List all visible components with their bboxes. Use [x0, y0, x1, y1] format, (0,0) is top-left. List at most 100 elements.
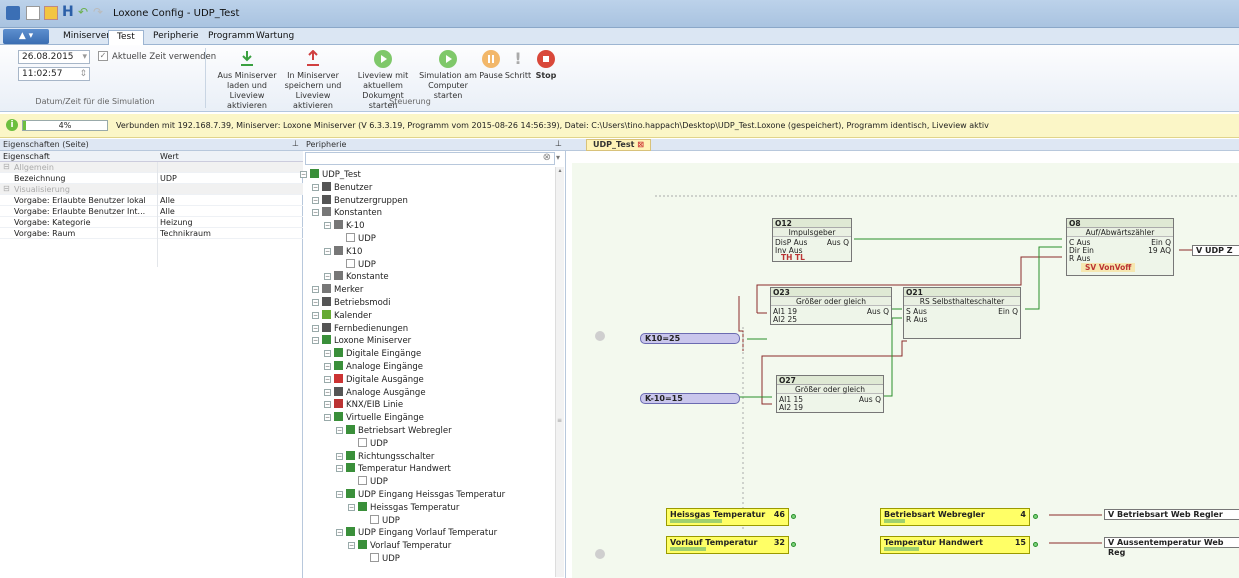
tab-test[interactable]: Test [108, 30, 144, 45]
calendar-dropdown-icon[interactable]: ▾ [82, 52, 87, 62]
expand-toggle-icon[interactable]: − [312, 209, 319, 217]
expand-toggle-icon[interactable]: − [336, 465, 343, 473]
redo-icon[interactable]: ↷ [93, 6, 107, 20]
tab-peripherie[interactable]: Peripherie [145, 30, 207, 45]
tree-node[interactable]: − Virtuelle Eingänge [324, 412, 424, 424]
expand-toggle-icon[interactable]: − [324, 388, 331, 396]
tree-node[interactable]: − Betriebsart Webregler [336, 425, 452, 437]
filter-dropdown-icon[interactable]: ▾ [556, 153, 560, 162]
clear-search-icon[interactable]: ⊗ [543, 152, 551, 163]
tree-node[interactable]: − Analoge Ausgänge [324, 386, 426, 399]
virtual-input-temperatur-handwert[interactable]: Temperatur Handwert 15 [880, 536, 1030, 554]
expand-toggle-icon[interactable]: − [324, 401, 331, 409]
tree-node[interactable]: UDP [370, 514, 400, 527]
new-icon[interactable] [26, 6, 40, 20]
undo-icon[interactable]: ↶ [78, 6, 92, 20]
step-button[interactable]: ! Schritt [503, 50, 533, 81]
tree-node[interactable]: − Digitale Ausgänge [324, 373, 424, 386]
tree-node[interactable]: − Richtungsschalter [336, 450, 434, 463]
expand-toggle-icon[interactable]: − [312, 196, 319, 204]
expand-toggle-icon[interactable]: − [324, 222, 331, 230]
block-output[interactable]: Aus Q [827, 238, 849, 247]
property-row[interactable]: Vorgabe: Erlaubte Benutzer lokal Alle [0, 195, 303, 206]
block-o27-comparator[interactable]: O27 Größer oder gleich AI1 15 AI2 19 Aus… [776, 375, 884, 413]
pin-icon[interactable]: ⊥ [555, 139, 562, 148]
expand-toggle-icon[interactable]: − [324, 350, 331, 358]
save-icon[interactable]: H [62, 5, 76, 20]
tree-node[interactable]: − K10 [324, 245, 362, 258]
tree-node[interactable]: − UDP Eingang Vorlauf Temperatur [336, 527, 497, 539]
tree-node[interactable]: UDP [358, 476, 388, 488]
pin-icon[interactable]: ⊥ [292, 139, 299, 148]
expand-toggle-icon[interactable]: − [348, 503, 355, 511]
load-from-miniserver-button[interactable]: Aus Miniserver laden und Liveview aktivi… [215, 50, 279, 111]
time-field[interactable]: 11:02:57 ⇕ [18, 67, 90, 81]
tree-node[interactable]: − Heissgas Temperatur [348, 501, 459, 514]
tree-node[interactable]: − Benutzergruppen [312, 194, 408, 207]
virtual-input-heissgas[interactable]: Heissgas Temperatur 46 [666, 508, 789, 526]
expand-toggle-icon[interactable]: − [300, 171, 307, 178]
property-row[interactable]: Vorgabe: Raum Technikraum [0, 228, 303, 239]
tree-node[interactable]: − Kalender [312, 309, 372, 322]
tree-node[interactable]: − Temperatur Handwert [336, 463, 451, 475]
expand-toggle-icon[interactable]: − [324, 247, 331, 255]
block-output[interactable]: Aus Q [859, 395, 881, 404]
tree-node[interactable]: − Fernbedienungen [312, 322, 408, 335]
output-connector[interactable] [791, 542, 796, 547]
tree-node[interactable]: − KNX/EIB Linie [324, 399, 403, 411]
block-o21-rs-switch[interactable]: O21 RS Selbsthalteschalter S Aus R Aus E… [903, 287, 1021, 339]
tree-node[interactable]: − Betriebsmodi [312, 297, 391, 309]
tree-node[interactable]: − Konstanten [312, 207, 382, 219]
stop-button[interactable]: Stop [534, 50, 558, 81]
block-input[interactable]: R Aus [906, 315, 927, 324]
app-menu-button[interactable]: ▲ ▾ [3, 29, 49, 44]
pause-button[interactable]: Pause [479, 50, 503, 81]
block-o12-impulsgeber[interactable]: O12 Impulsgeber DisP Aus Inv Aus Aus Q T… [772, 218, 852, 262]
property-row[interactable]: Vorgabe: Kategorie Heizung [0, 217, 303, 228]
output-connector[interactable] [791, 514, 796, 519]
block-o23-comparator[interactable]: O23 Größer oder gleich AI1 19 AI2 25 Aus… [770, 287, 892, 325]
home-icon[interactable] [6, 6, 20, 20]
tree-node[interactable]: − Digitale Eingänge [324, 348, 421, 360]
expand-toggle-icon[interactable]: − [336, 427, 343, 434]
property-section[interactable]: Visualisierung ⊟ [0, 184, 303, 195]
expand-toggle-icon[interactable]: − [312, 286, 319, 294]
expand-toggle-icon[interactable]: − [324, 375, 331, 383]
expand-toggle-icon[interactable]: − [324, 414, 331, 422]
constant-k-10[interactable]: K-10=15 [640, 393, 740, 404]
spinner-icon[interactable]: ⇕ [79, 69, 87, 79]
expand-toggle-icon[interactable]: − [336, 491, 343, 498]
expand-toggle-icon[interactable]: − [312, 324, 319, 332]
expand-toggle-icon[interactable]: − [336, 529, 343, 537]
block-output[interactable]: Ein Q [998, 307, 1018, 316]
output-udp-z[interactable]: V UDP Z [1192, 245, 1239, 256]
expand-toggle-icon[interactable]: − [348, 542, 355, 550]
property-row[interactable]: Bezeichnung UDP [0, 173, 303, 184]
virtual-output-betriebsart[interactable]: V Betriebsart Web Regler [1104, 509, 1239, 520]
tree-node[interactable]: − K-10 [324, 220, 365, 232]
collapse-icon[interactable]: ⊟ [3, 162, 10, 171]
scroll-up-icon[interactable]: ▴ [556, 167, 564, 174]
open-folder-icon[interactable] [44, 6, 58, 20]
expand-toggle-icon[interactable]: − [312, 299, 319, 306]
tree-node[interactable]: − Loxone Miniserver [312, 335, 411, 347]
tree-node[interactable]: UDP [346, 233, 376, 245]
constant-k10[interactable]: K10=25 [640, 333, 740, 344]
tree-node[interactable]: − Analoge Eingänge [324, 361, 423, 373]
use-current-time-checkbox[interactable]: ✓ [98, 51, 108, 61]
tab-udp-test[interactable]: UDP_Test ⊠ [586, 139, 651, 151]
tree-node[interactable]: − Merker [312, 284, 363, 296]
tree-node[interactable]: − Konstante [324, 271, 389, 283]
block-output[interactable]: Aus Q [867, 307, 889, 316]
tree-node[interactable]: − Benutzer [312, 181, 372, 194]
simulation-start-button[interactable]: Simulation am Computer starten [419, 50, 477, 101]
output-connector[interactable] [1033, 542, 1038, 547]
block-input[interactable]: AI2 19 [779, 403, 803, 412]
property-section[interactable]: Allgemein ⊟ [0, 162, 303, 173]
virtual-input-vorlauf[interactable]: Vorlauf Temperatur 32 [666, 536, 789, 554]
expand-toggle-icon[interactable]: − [324, 363, 331, 370]
tree-node[interactable]: − Vorlauf Temperatur [348, 540, 451, 552]
tree-scrollbar[interactable]: ▴ ≡ [555, 167, 564, 577]
virtual-input-betriebsart[interactable]: Betriebsart Webregler 4 [880, 508, 1030, 526]
tree-search-input[interactable]: ⊗ [305, 152, 555, 165]
